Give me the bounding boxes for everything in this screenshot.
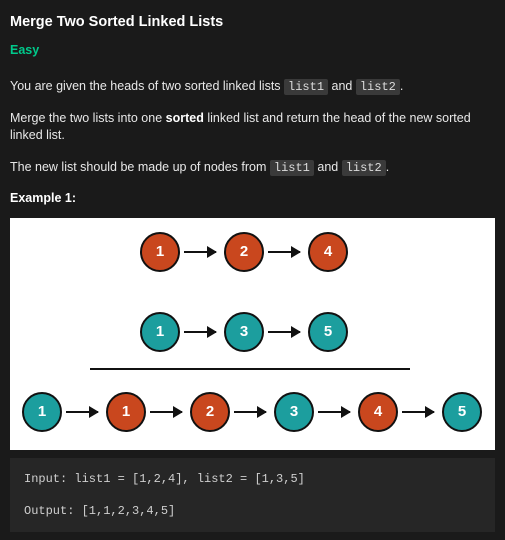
node-list2-0: 1 <box>140 312 180 352</box>
code-output-line: Output: [1,1,2,3,4,5] <box>24 502 481 520</box>
node-list1-2: 4 <box>308 232 348 272</box>
text: . <box>386 160 389 174</box>
code-list2: list2 <box>356 79 400 95</box>
arrow-icon <box>184 331 216 334</box>
text: . <box>400 79 403 93</box>
node-list1-0: 1 <box>140 232 180 272</box>
description-paragraph-1: You are given the heads of two sorted li… <box>10 78 495 96</box>
node-list1-1: 2 <box>224 232 264 272</box>
node-merged-0: 1 <box>22 392 62 432</box>
arrow-icon <box>66 411 98 414</box>
node-list2-1: 3 <box>224 312 264 352</box>
node-merged-5: 5 <box>442 392 482 432</box>
description-paragraph-3: The new list should be made up of nodes … <box>10 159 495 177</box>
node-merged-4: 4 <box>358 392 398 432</box>
difficulty-badge: Easy <box>10 42 495 60</box>
node-list2-2: 5 <box>308 312 348 352</box>
example-code-block: Input: list1 = [1,2,4], list2 = [1,3,5] … <box>10 458 495 532</box>
example-diagram: 1 2 4 1 3 5 1 1 2 3 4 5 <box>10 218 495 450</box>
text: The new list should be made up of nodes … <box>10 160 270 174</box>
divider-line <box>90 368 410 370</box>
description-paragraph-2: Merge the two lists into one sorted link… <box>10 110 495 145</box>
arrow-icon <box>268 251 300 254</box>
arrow-icon <box>268 331 300 334</box>
arrow-icon <box>150 411 182 414</box>
example-label: Example 1: <box>10 190 495 208</box>
problem-title: Merge Two Sorted Linked Lists <box>10 12 495 32</box>
arrow-icon <box>318 411 350 414</box>
arrow-icon <box>184 251 216 254</box>
text: and <box>328 79 356 93</box>
code-input-line: Input: list1 = [1,2,4], list2 = [1,3,5] <box>24 470 481 488</box>
text: Merge the two lists into one <box>10 111 166 125</box>
node-merged-3: 3 <box>274 392 314 432</box>
bold-sorted: sorted <box>166 111 204 125</box>
node-merged-2: 2 <box>190 392 230 432</box>
code-list1: list1 <box>284 79 328 95</box>
code-list2: list2 <box>342 160 386 176</box>
code-list1: list1 <box>270 160 314 176</box>
node-merged-1: 1 <box>106 392 146 432</box>
text: and <box>314 160 342 174</box>
text: You are given the heads of two sorted li… <box>10 79 284 93</box>
arrow-icon <box>234 411 266 414</box>
arrow-icon <box>402 411 434 414</box>
